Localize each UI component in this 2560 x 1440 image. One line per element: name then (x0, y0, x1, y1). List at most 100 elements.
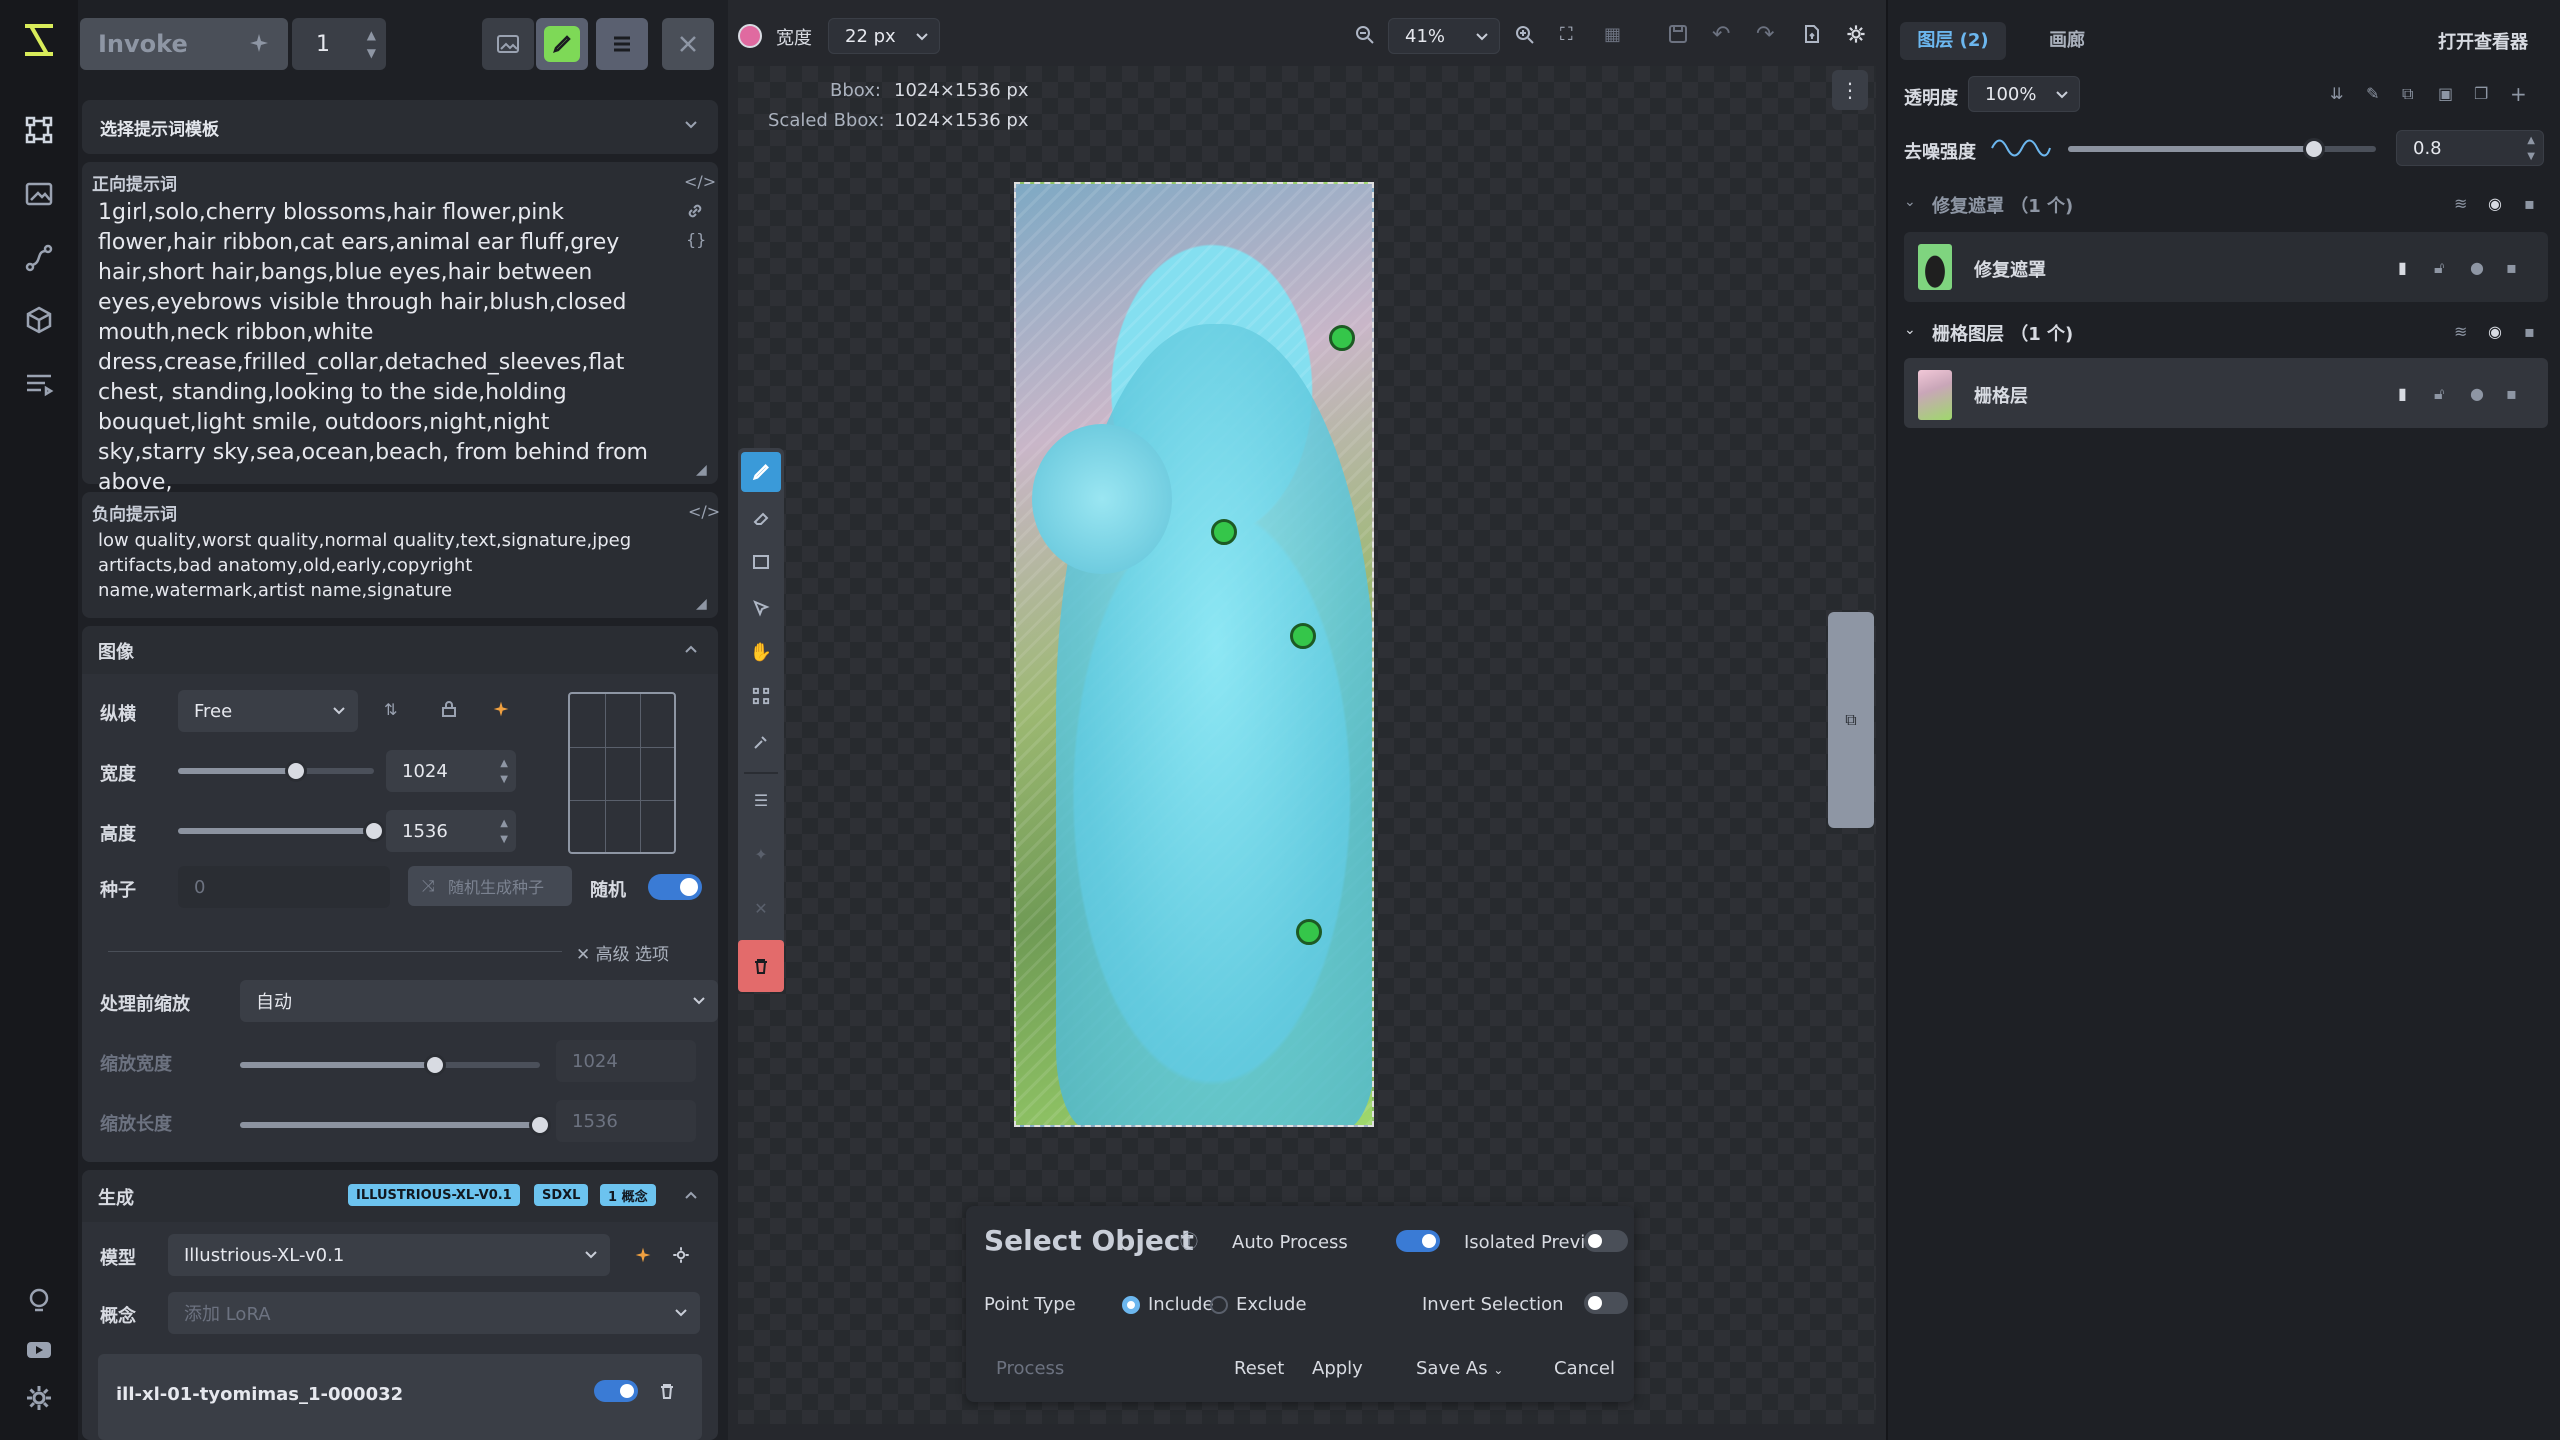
stepper-icon[interactable]: ▲ ▼ (500, 816, 508, 848)
undo-icon[interactable]: ↶ (1712, 22, 1730, 47)
seed-input[interactable]: 0 (178, 866, 390, 908)
canvas-menu-button[interactable]: ⋮ (1832, 70, 1868, 110)
zoom-out-icon[interactable] (1354, 24, 1376, 46)
bookmark-icon[interactable]: ▮ (2398, 258, 2416, 277)
resize-handle-icon[interactable]: ◢ (696, 596, 707, 612)
duplicate-icon[interactable]: ❐ (2474, 84, 2492, 103)
eraser-tool-icon[interactable] (741, 498, 781, 538)
trash-icon[interactable]: ▪ (2524, 322, 2542, 341)
export-icon[interactable] (1802, 24, 1822, 44)
grid-icon[interactable]: ▦ (1604, 24, 1621, 45)
height-slider[interactable] (178, 820, 385, 842)
width-input[interactable]: 1024 ▲ ▼ (386, 750, 516, 792)
menu-button[interactable] (596, 18, 648, 70)
lock-icon[interactable]: 🔓︎ (2434, 258, 2452, 277)
settings-icon[interactable] (17, 1376, 61, 1420)
nodes-icon[interactable] (17, 236, 61, 280)
save-as-button[interactable]: Save As ⌄ (1416, 1358, 1503, 1379)
positive-prompt-input[interactable]: 1girl,solo,cherry blossoms,hair flower,p… (98, 198, 658, 498)
trash-icon[interactable]: ▪ (2524, 194, 2542, 213)
select-tool-icon[interactable] (741, 588, 781, 628)
gear-icon[interactable] (1846, 24, 1866, 44)
apply-button[interactable]: Apply (1312, 1358, 1363, 1379)
rect-tool-icon[interactable] (741, 542, 781, 582)
code-icon[interactable]: </> (688, 502, 720, 521)
brush-size-select[interactable]: 22 px (828, 18, 940, 54)
include-radio[interactable] (1122, 1296, 1140, 1314)
eye-icon[interactable]: ● (2470, 258, 2488, 277)
sparkle-tool-icon[interactable]: ✦ (741, 834, 781, 874)
scaled-width-slider[interactable] (240, 1054, 540, 1076)
pin-icon[interactable]: ✎ (2366, 84, 2384, 103)
code-icon[interactable]: </> (684, 172, 716, 191)
copy-icon[interactable]: ⧉ (2402, 84, 2420, 103)
save-icon[interactable] (1668, 24, 1688, 44)
inpaint-group-header[interactable]: ⌄ 修复遮罩 （1 个) ≋ ◉ ▪ (1904, 190, 2548, 220)
chevron-up-icon[interactable] (684, 642, 698, 656)
youtube-icon[interactable] (17, 1328, 61, 1372)
raster-layer-row[interactable]: 栅格层 ▮ 🔓︎ ● ▪ (1904, 358, 2548, 428)
prescale-select[interactable]: 自动 (240, 980, 718, 1022)
scaled-height-slider[interactable] (240, 1114, 551, 1136)
layers-icon[interactable]: ≋ (2454, 322, 2472, 341)
invert-selection-toggle[interactable] (1584, 1292, 1628, 1314)
save-icon[interactable]: ▣ (2438, 84, 2456, 103)
swap-icon[interactable]: ⇅ (384, 700, 397, 719)
random-toggle[interactable] (648, 874, 702, 900)
tab-layers[interactable]: 图层 (2) (1900, 22, 2006, 60)
aspect-select[interactable]: Free (178, 690, 358, 732)
gear-icon[interactable] (672, 1246, 690, 1264)
stepper-icon[interactable]: ▲ ▼ (367, 26, 376, 62)
denoise-slider[interactable] (2068, 138, 2376, 160)
trash-icon[interactable]: ▪ (2506, 384, 2524, 403)
model-select[interactable]: Illustrious-XL-v0.1 (168, 1234, 610, 1276)
zoom-select[interactable]: 41% (1388, 18, 1500, 54)
trash-icon[interactable]: ▪ (2506, 258, 2524, 277)
chevron-up-icon[interactable] (684, 1188, 698, 1202)
panel-handle[interactable]: ⧉ (1828, 612, 1874, 828)
open-viewer-button[interactable]: 打开查看器 (2438, 28, 2528, 54)
include-point[interactable] (1211, 519, 1237, 545)
close-tool-icon[interactable]: ✕ (741, 888, 781, 928)
adjust-icon[interactable]: ☰ (741, 780, 781, 820)
braces-icon[interactable]: {} (686, 230, 706, 249)
merge-icon[interactable]: ⇊ (2330, 84, 2348, 103)
models-icon[interactable] (17, 298, 61, 342)
cancel-queue-button[interactable] (662, 18, 714, 70)
delete-layer-button[interactable] (738, 940, 784, 992)
sparkle-icon[interactable] (492, 700, 510, 718)
color-picker-icon[interactable] (741, 722, 781, 762)
bookmark-icon[interactable]: ▮ (2398, 384, 2416, 403)
zoom-in-icon[interactable] (1514, 24, 1536, 46)
add-icon[interactable]: + (2510, 82, 2528, 106)
tab-gallery[interactable]: 画廊 (2014, 22, 2120, 60)
eye-icon[interactable]: ● (2470, 384, 2488, 403)
include-point[interactable] (1296, 919, 1322, 945)
random-seed-button[interactable]: ⤨ 随机生成种子 (408, 866, 572, 906)
width-slider[interactable] (178, 760, 374, 782)
concept-select[interactable]: 添加 LoRA (168, 1292, 700, 1334)
eye-icon[interactable]: ◉ (2488, 322, 2506, 341)
hand-tool-icon[interactable]: ✋ (741, 632, 781, 672)
canvas-workflow-icon[interactable] (17, 108, 61, 152)
prompt-template-select[interactable]: 选择提示词模板 (82, 100, 718, 154)
opacity-select[interactable]: 100% (1968, 76, 2080, 112)
layers-icon[interactable]: ≋ (2454, 194, 2472, 213)
eye-icon[interactable]: ◉ (2488, 194, 2506, 213)
auto-process-toggle[interactable] (1396, 1230, 1440, 1252)
stepper-icon[interactable]: ▲ ▼ (500, 756, 508, 788)
brush-mode-button[interactable] (536, 18, 588, 70)
scaled-height-input[interactable]: 1536 (556, 1100, 696, 1142)
lock-icon[interactable]: 🔓︎ (2434, 384, 2452, 403)
cancel-button[interactable]: Cancel (1554, 1358, 1615, 1379)
height-input[interactable]: 1536 ▲ ▼ (386, 810, 516, 852)
fit-icon[interactable]: ⛶ (1560, 24, 1573, 45)
invoke-button[interactable]: Invoke (80, 18, 288, 70)
include-point[interactable] (1290, 623, 1316, 649)
trash-icon[interactable] (658, 1382, 676, 1400)
include-point[interactable] (1329, 325, 1355, 351)
scaled-width-input[interactable]: 1024 (556, 1040, 696, 1082)
brush-tool-icon[interactable] (741, 452, 781, 492)
negative-prompt-input[interactable]: low quality,worst quality,normal quality… (98, 528, 658, 603)
queue-icon[interactable] (17, 362, 61, 406)
